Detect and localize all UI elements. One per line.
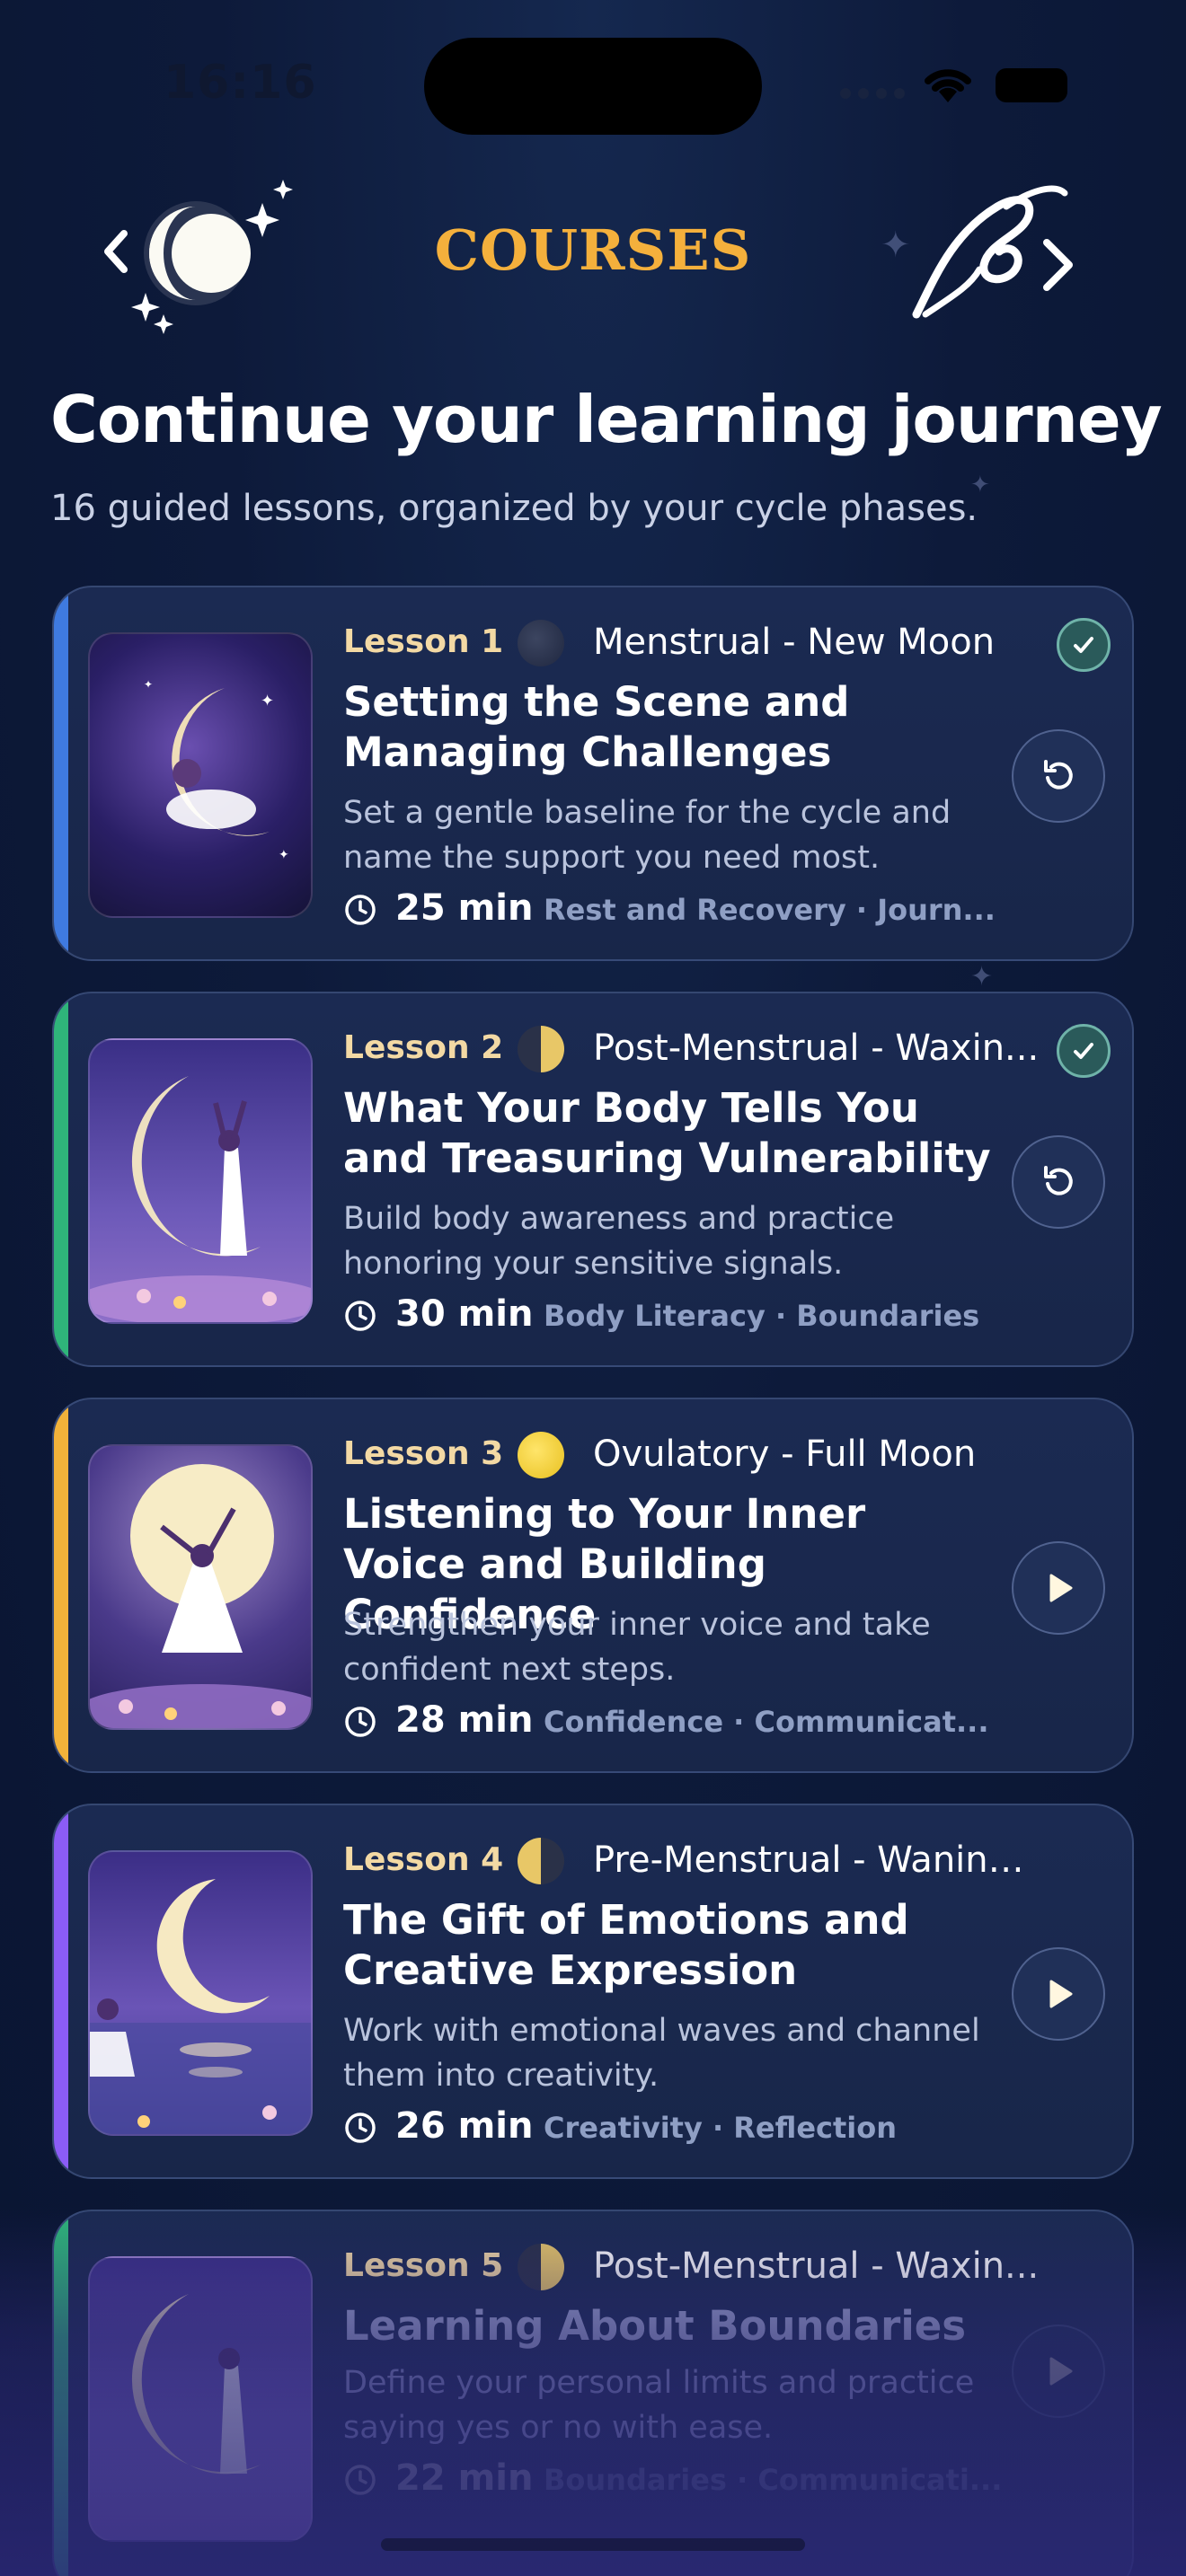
lesson-thumbnail <box>88 2256 313 2542</box>
lesson-title: What Your Body Tells You and Treasuring … <box>343 1084 991 1182</box>
cellular-signal-icon <box>840 88 905 99</box>
home-indicator[interactable] <box>381 2538 805 2551</box>
lesson-description: Work with emotional waves and channel th… <box>343 2013 980 2094</box>
clock-icon <box>345 2465 376 2495</box>
lesson-title: The Gift of Emotions and Creative Expres… <box>343 1896 909 1994</box>
wifi-icon <box>925 69 971 102</box>
lesson-duration: 28 min <box>395 1699 534 1741</box>
lesson-description: Strengthen your inner voice and take con… <box>343 1607 931 1688</box>
dynamic-island <box>424 38 762 135</box>
lesson-card[interactable]: Lesson 4 Pre-Menstrual - Waning... The G… <box>52 1804 1134 2179</box>
lesson-number: Lesson 2 <box>343 1029 504 1066</box>
new-moon-icon <box>518 620 564 666</box>
lesson-thumbnail <box>88 1038 313 1324</box>
next-swirl-nav-button[interactable] <box>898 180 1096 332</box>
clock-icon <box>345 1707 376 1737</box>
lesson-phase: Menstrual - New Moon <box>593 622 996 663</box>
svg-text:✦: ✦ <box>261 692 274 710</box>
lesson-phase: Post-Menstrual - Waxin... <box>593 2245 1040 2287</box>
lesson-title: Setting the Scene and Managing Challenge… <box>343 678 850 776</box>
play-lesson-button[interactable] <box>1012 1947 1105 2041</box>
lesson-thumbnail <box>88 1850 313 2136</box>
full-moon-icon <box>518 1432 564 1478</box>
restart-icon <box>1044 760 1073 790</box>
play-icon <box>1049 2357 1073 2386</box>
play-lesson-button[interactable] <box>1012 2325 1105 2418</box>
battery-icon <box>996 68 1067 102</box>
restart-lesson-button[interactable] <box>1012 1135 1105 1229</box>
lesson-number: Lesson 3 <box>343 1435 504 1472</box>
clock-icon <box>345 2113 376 2143</box>
restart-icon <box>1044 1166 1073 1195</box>
lesson-tags: Rest and Recovery · Journ... <box>544 893 996 927</box>
play-lesson-button[interactable] <box>1012 1541 1105 1635</box>
status-bar: 16:16 <box>0 0 1186 171</box>
lesson-number: Lesson 5 <box>343 2247 504 2284</box>
clock-icon <box>345 895 376 925</box>
lesson-tags: Body Literacy · Boundaries <box>544 1299 980 1333</box>
lesson-card[interactable]: ✦ ✦ ✦ Lesson 1 Menstrual - New Moon Sett… <box>52 586 1134 961</box>
lesson-title: Learning About Boundaries <box>343 2302 967 2350</box>
lesson-description: Define your personal limits and practice… <box>343 2365 975 2446</box>
lesson-phase: Post-Menstrual - Waxin... <box>593 1028 1040 1069</box>
lesson-card[interactable]: Lesson 3 Ovulatory - Full Moon Listening… <box>52 1398 1134 1773</box>
play-icon <box>1049 1980 1073 2008</box>
page-subtitle: 16 guided lessons, organized by your cyc… <box>50 488 978 529</box>
lesson-description: Build body awareness and practice honori… <box>343 1201 895 1282</box>
lesson-phase: Pre-Menstrual - Waning... <box>593 1839 1042 1881</box>
lesson-number: Lesson 1 <box>343 623 504 660</box>
svg-text:✦: ✦ <box>144 678 153 691</box>
phase-color-bar <box>54 587 68 959</box>
lesson-duration: 30 min <box>395 1293 534 1335</box>
courses-screen: ✦ ✦ ✦ 16:16 COURSES Continue your learni… <box>0 0 1186 2576</box>
page-title: Continue your learning journey <box>50 382 1163 457</box>
phase-color-bar <box>54 2211 68 2576</box>
play-icon <box>1049 1574 1073 1602</box>
lesson-card[interactable]: Lesson 5 Post-Menstrual - Waxin... Learn… <box>52 2210 1134 2576</box>
clock-icon <box>345 1301 376 1331</box>
phase-color-bar <box>54 1399 68 1771</box>
waxing-moon-icon <box>518 1026 564 1072</box>
completed-check-icon <box>1057 1024 1111 1078</box>
lesson-thumbnail <box>88 1444 313 1730</box>
phase-color-bar <box>54 1805 68 2177</box>
lesson-duration: 25 min <box>395 887 534 929</box>
lesson-card[interactable]: Lesson 2 Post-Menstrual - Waxin... What … <box>52 992 1134 1367</box>
lesson-duration: 22 min <box>395 2457 534 2499</box>
lesson-number: Lesson 4 <box>343 1841 504 1878</box>
lesson-tags: Creativity · Reflection <box>544 2111 898 2145</box>
waxing-moon-icon <box>518 2244 564 2290</box>
svg-text:✦: ✦ <box>279 848 289 862</box>
lesson-tags: Confidence · Communicat... <box>544 1705 989 1739</box>
lesson-description: Set a gentle baseline for the cycle and … <box>343 795 951 876</box>
lesson-duration: 26 min <box>395 2105 534 2147</box>
phase-color-bar <box>54 993 68 1365</box>
lesson-tags: Boundaries · Communicati... <box>544 2463 1003 2497</box>
completed-check-icon <box>1057 618 1111 672</box>
status-time: 16:16 <box>164 56 317 110</box>
sparkle-icon: ✦ <box>970 961 994 992</box>
lesson-thumbnail: ✦ ✦ ✦ <box>88 632 313 918</box>
lesson-phase: Ovulatory - Full Moon <box>593 1434 977 1475</box>
waning-moon-icon <box>518 1838 564 1884</box>
header: COURSES <box>0 162 1186 341</box>
restart-lesson-button[interactable] <box>1012 729 1105 823</box>
